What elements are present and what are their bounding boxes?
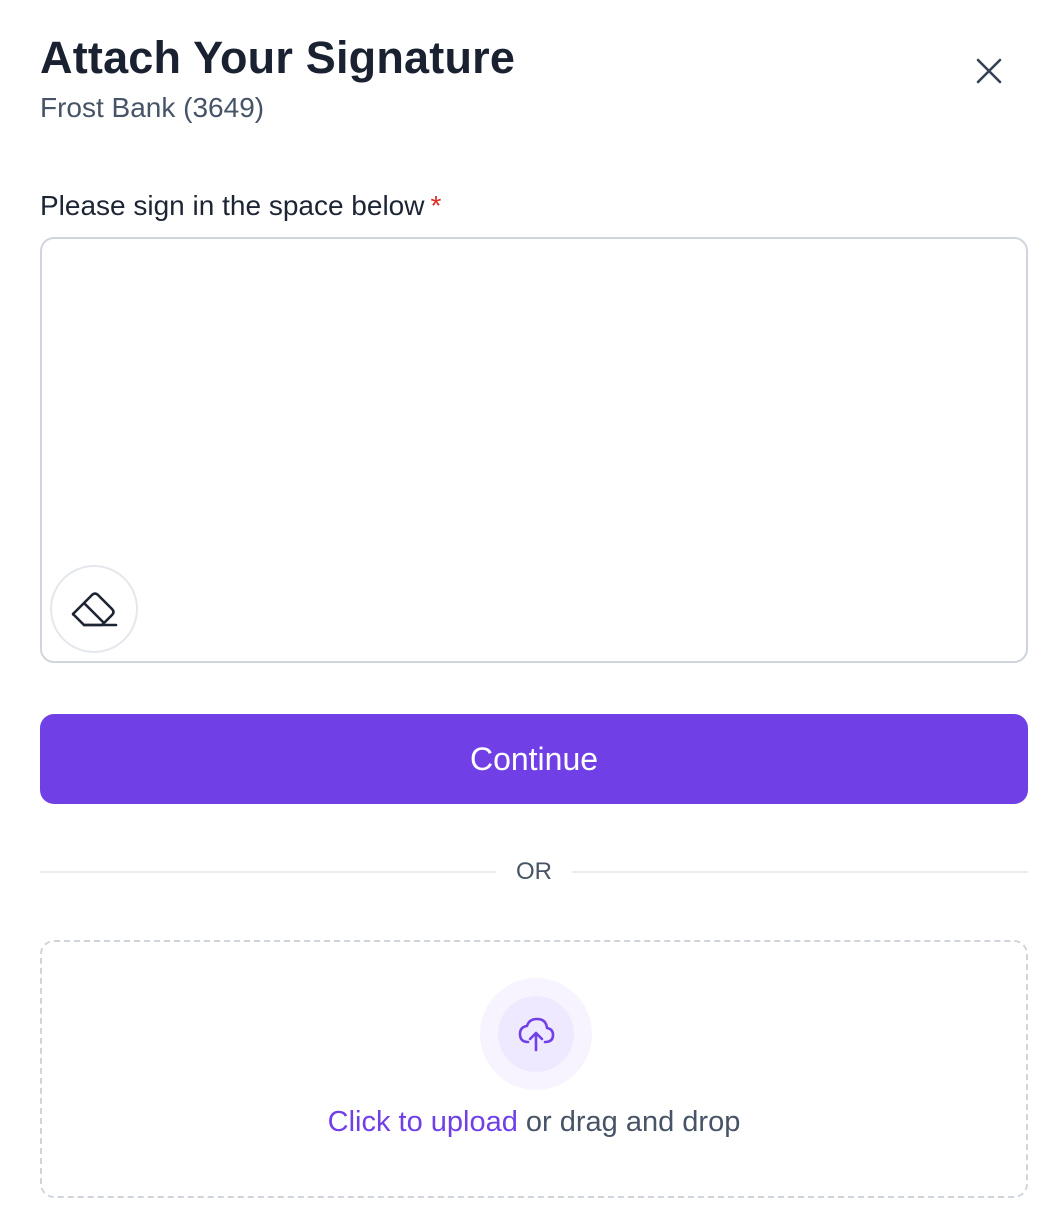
modal-title: Attach Your Signature [40,32,516,83]
divider-line-right [572,871,1028,873]
clear-signature-button[interactable] [50,565,138,653]
modal-header: Attach Your Signature Frost Bank (3649) [40,30,515,128]
cloud-upload-icon [518,1017,555,1052]
upload-icon-badge [480,978,592,1090]
continue-button[interactable]: Continue [40,714,1028,804]
eraser-icon [71,592,118,627]
or-divider: OR [40,852,1028,892]
modal-subtitle: Frost Bank (3649) [40,92,265,123]
or-label: OR [516,858,552,885]
close-button[interactable] [966,48,1012,94]
signature-label: Please sign in the space below * [40,186,441,226]
drag-drop-text: or drag and drop [517,1106,741,1138]
upload-dropzone[interactable]: Click to upload or drag and drop [40,940,1028,1198]
required-marker: * [430,190,442,221]
click-to-upload-link[interactable]: Click to upload [328,1106,518,1138]
signature-modal: Attach Your Signature Frost Bank (3649) … [0,0,1058,1232]
signature-pad[interactable] [40,237,1028,663]
close-icon [976,58,1002,84]
upload-instructions: Click to upload or drag and drop [42,1102,1026,1142]
signature-label-text: Please sign in the space below [40,190,425,221]
divider-line-left [40,871,496,873]
